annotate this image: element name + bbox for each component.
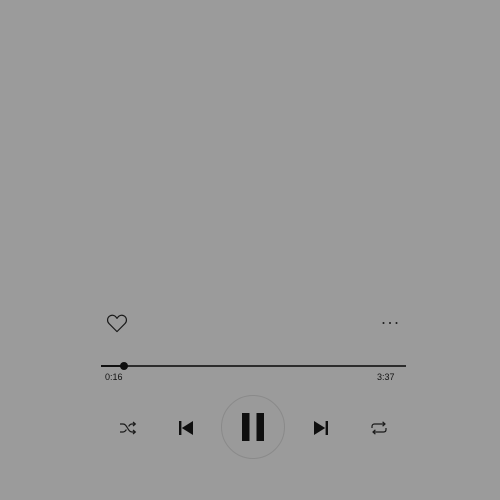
music-player-screen: 0:16 3:37 [0,0,500,500]
pause-icon [242,413,264,441]
skip-next-icon [314,421,328,435]
ellipsis-icon [382,322,398,324]
skip-previous-icon [179,421,193,435]
duration-time: 3:37 [377,372,395,382]
seek-bar-thumb[interactable] [119,362,128,370]
repeat-icon [371,421,387,435]
play-pause-button[interactable] [221,395,285,459]
seek-bar[interactable] [101,359,406,373]
more-options-button[interactable] [376,312,404,334]
previous-track-button[interactable] [174,416,198,440]
next-track-button[interactable] [309,416,333,440]
shuffle-icon [120,421,137,435]
heart-outline-icon [106,314,128,333]
repeat-button[interactable] [366,417,392,439]
elapsed-time: 0:16 [105,372,123,382]
seek-bar-track [101,365,406,367]
shuffle-button[interactable] [116,417,140,439]
like-button[interactable] [104,310,130,336]
